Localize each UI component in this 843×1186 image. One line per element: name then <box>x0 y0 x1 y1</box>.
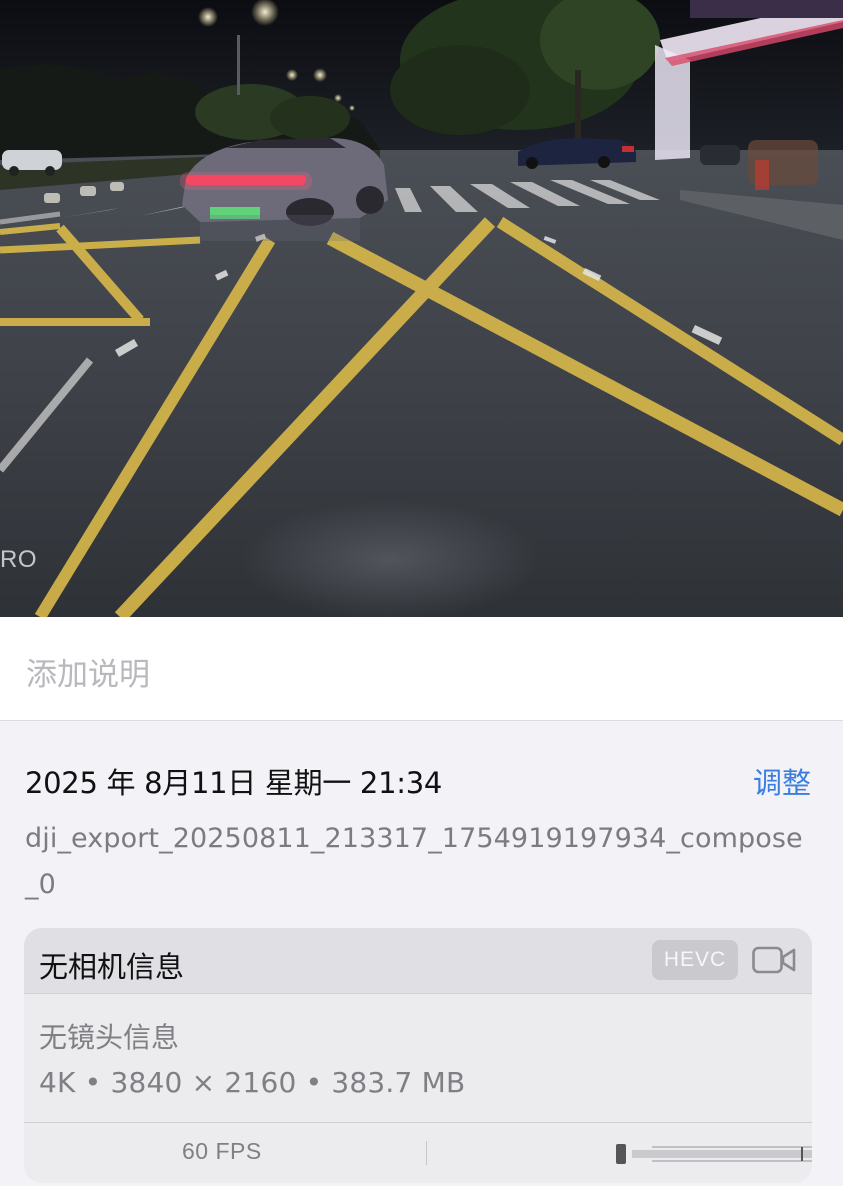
adjust-button[interactable]: 调整 <box>753 760 811 802</box>
metadata-card-footer: 60 FPS <box>24 1122 812 1183</box>
footer-divider <box>426 1141 427 1165</box>
video-camera-icon <box>752 944 796 980</box>
night-road-scene <box>0 0 843 617</box>
playback-scrubber-icon[interactable] <box>592 1139 812 1173</box>
camera-watermark: RO <box>0 546 37 573</box>
metadata-card: 无相机信息 HEVC 无镜头信息 4K • 3840 × 2160 • 383.… <box>24 928 812 1183</box>
video-specs: 4K • 3840 × 2160 • 383.7 MB <box>39 1066 466 1099</box>
capture-datetime: 2025 年 8月11日 星期一 21:34 <box>25 766 443 800</box>
caption-placeholder: 添加说明 <box>26 657 150 693</box>
photo-info-screen: RO 添加说明 2025 年 8月11日 星期一 21:34 调整 dji_ex… <box>0 0 843 1186</box>
codec-badge: HEVC <box>652 940 738 980</box>
info-panel: 2025 年 8月11日 星期一 21:34 调整 dji_export_202… <box>0 722 843 1186</box>
file-name: dji_export_20250811_213317_1754919197934… <box>25 823 803 900</box>
metadata-card-header: 无相机信息 HEVC <box>24 928 812 994</box>
camera-info: 无相机信息 <box>39 950 185 984</box>
lens-info: 无镜头信息 <box>39 1021 180 1054</box>
frame-rate: 60 FPS <box>182 1138 262 1164</box>
caption-field[interactable]: 添加说明 <box>0 617 843 721</box>
video-thumbnail[interactable]: RO <box>0 0 843 617</box>
